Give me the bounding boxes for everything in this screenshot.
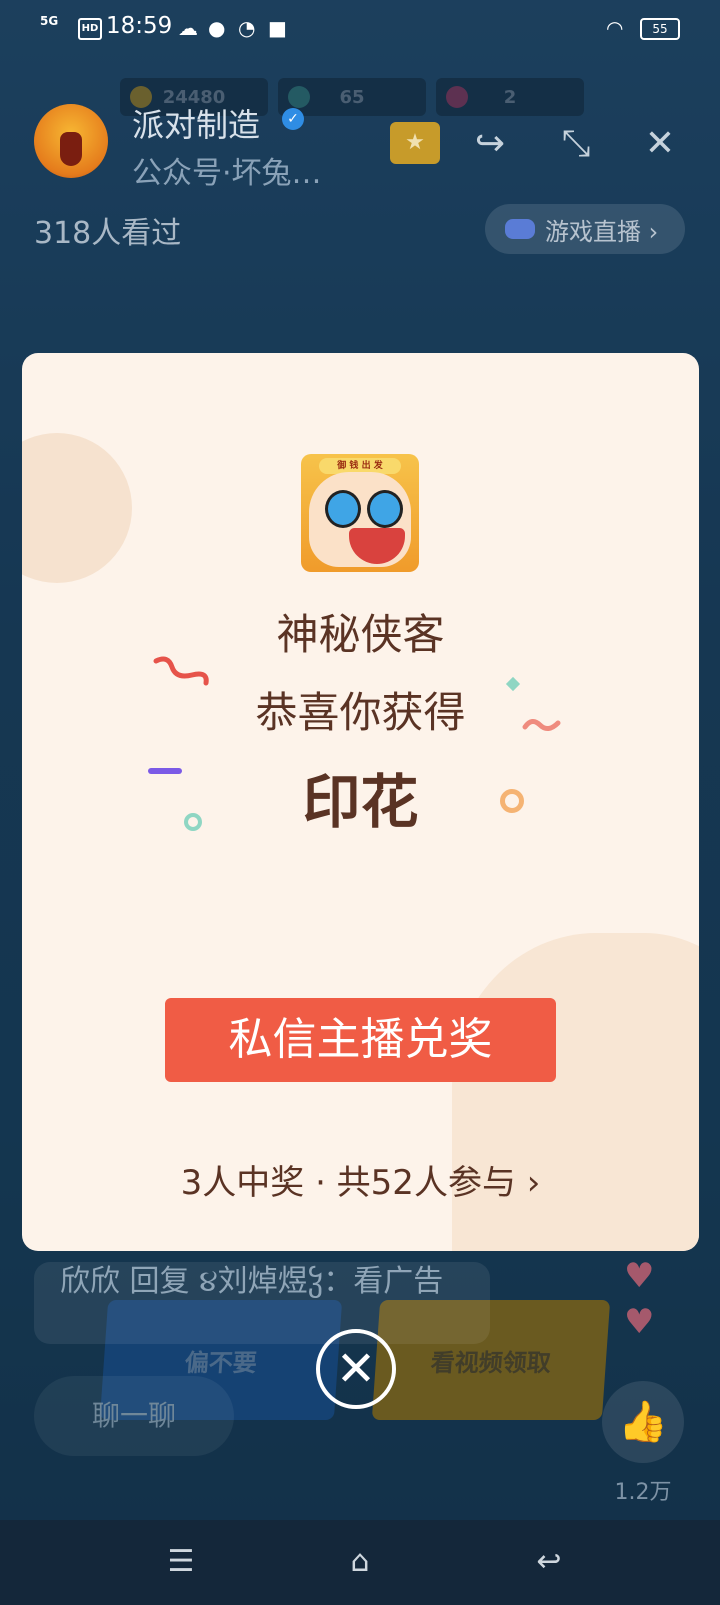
verified-icon: ✓	[282, 108, 304, 130]
winners-summary-link[interactable]: 3人中奖 · 共52人参与 ›	[22, 1155, 699, 1204]
decor-blob	[22, 433, 132, 583]
confetti-squiggle-icon	[153, 656, 209, 686]
app-icon-mouth	[349, 528, 405, 564]
confetti-bar-icon	[148, 768, 182, 774]
speed-icon: ◔	[238, 16, 256, 40]
app-icon-face	[309, 472, 411, 567]
minimize-icon[interactable]: ⤡	[552, 120, 600, 168]
streamer-subtitle[interactable]: 公众号·坏兔…	[132, 148, 322, 192]
app-notification-icon: ■	[268, 16, 287, 40]
heart-icon: ♥	[624, 1256, 655, 1296]
close-icon[interactable]: ✕	[636, 120, 684, 168]
wechat-icon: ●	[208, 16, 226, 40]
system-nav-bar: ☰ ⌂ ↩	[0, 1520, 720, 1605]
hd-badge: HD	[78, 18, 102, 40]
game-live-label: 游戏直播 ›	[545, 217, 659, 246]
game-name: 神秘侠客	[276, 610, 445, 659]
battery-indicator: 55	[640, 18, 680, 40]
streamer-name[interactable]: 派对制造	[132, 100, 260, 146]
network-indicator: 5G	[40, 14, 59, 28]
chat-message: 欣欣 回复 ૪刘焯煜ჴ：看广告	[34, 1262, 490, 1344]
confetti-wave-icon	[522, 719, 561, 731]
streamer-avatar[interactable]	[34, 104, 108, 178]
follow-star-button[interactable]: ★	[390, 122, 440, 164]
game-app-icon: 御 钱 出 发	[301, 454, 419, 572]
back-icon[interactable]: ↩	[524, 1540, 574, 1584]
clock: 18:59	[106, 13, 173, 39]
status-bar: 5G HD 18:59 ☁ ● ◔ ■ ◠ 55	[0, 0, 720, 56]
chat-input-button[interactable]: 聊一聊	[34, 1376, 234, 1456]
app-icon-eye	[325, 490, 361, 528]
share-icon[interactable]: ↪	[466, 120, 514, 168]
prize-modal: 御 钱 出 发 神秘侠客 恭喜你获得 印花 私信主播兑奖 3人中奖 · 共52人…	[22, 353, 699, 1251]
game-live-button[interactable]: 游戏直播 ›	[485, 204, 685, 254]
thumbs-up-icon[interactable]: 👍	[602, 1381, 684, 1463]
prize-name: 印花	[302, 768, 419, 836]
close-modal-button[interactable]: ✕	[316, 1329, 396, 1409]
congrats-text: 恭喜你获得	[255, 688, 466, 737]
wifi-icon: ◠	[606, 16, 624, 40]
cloud-icon: ☁	[178, 16, 198, 40]
like-count: 1.2万	[614, 1480, 672, 1505]
heart-icon: ♥	[624, 1302, 655, 1342]
viewer-count: 318人看过	[34, 216, 182, 251]
avatar-mouth	[60, 132, 82, 166]
gamepad-icon	[505, 219, 535, 239]
home-icon[interactable]: ⌂	[335, 1540, 385, 1584]
app-icon-eye	[367, 490, 403, 528]
confetti-ring-icon	[184, 813, 202, 831]
claim-prize-button[interactable]: 私信主播兑奖	[165, 998, 556, 1082]
confetti-ring-icon	[500, 789, 524, 813]
menu-icon[interactable]: ☰	[156, 1540, 206, 1584]
